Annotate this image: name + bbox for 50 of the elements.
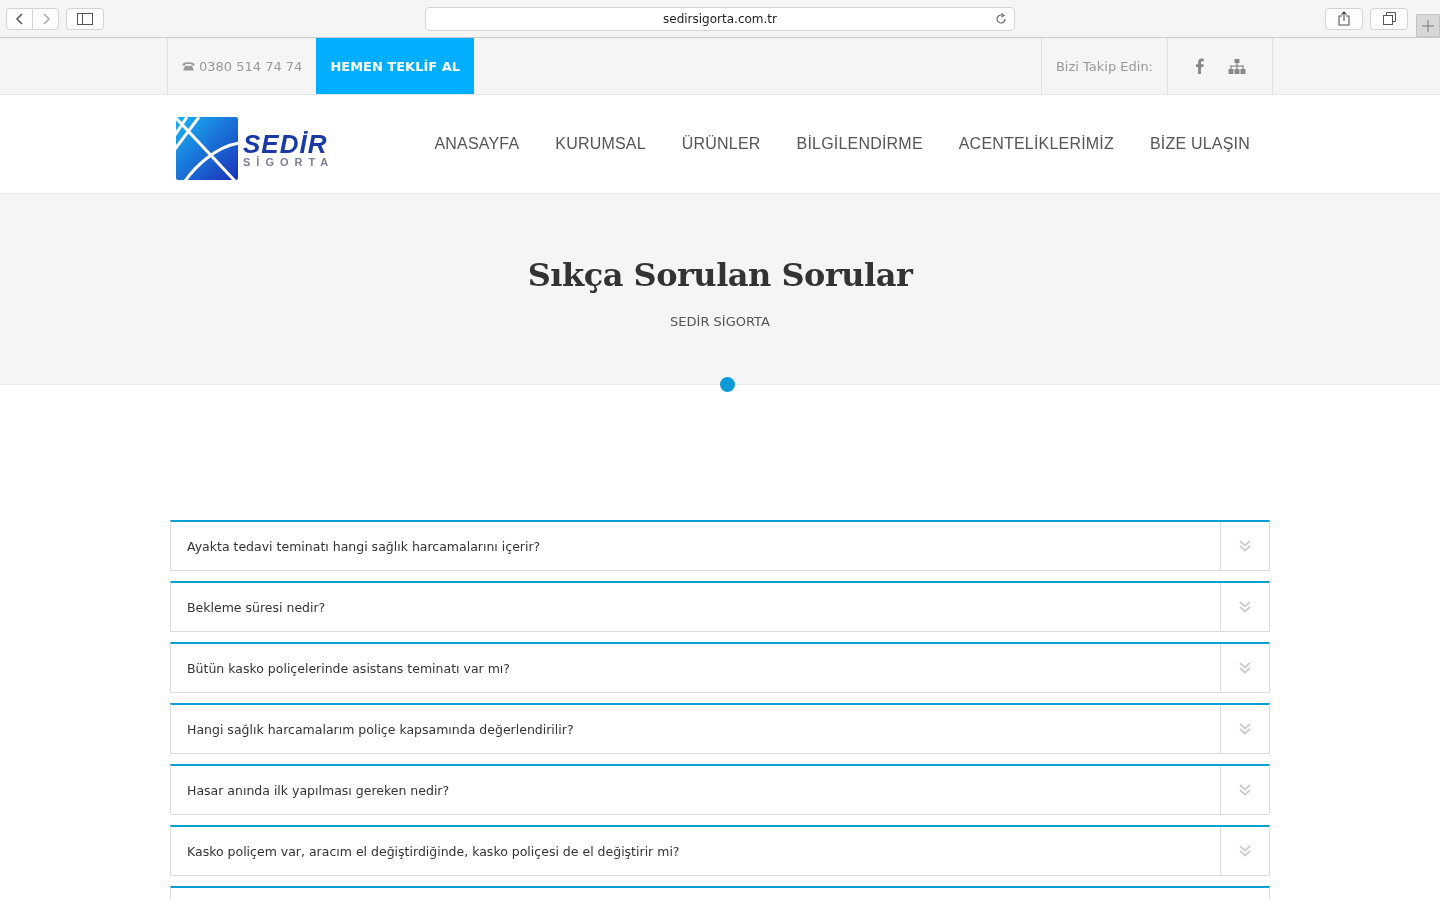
nav-link[interactable]: BİLGİLENDİRME	[796, 135, 923, 153]
faq-item[interactable]: Hasar anında ilk yapılması gereken nedir?	[170, 764, 1270, 815]
logo-name: SEDİR	[243, 130, 329, 157]
faq-question: Kasko poliçem var, aracım el değiştirdiğinde, kasko poliçesi de el değiştirir mi?	[186, 843, 681, 859]
back-icon	[14, 11, 25, 26]
faq-item[interactable]: Hangi sağlık harcamalarım poliçe kapsamında değerlendirilir?	[170, 703, 1270, 754]
back-button[interactable]	[6, 7, 33, 30]
sidebar-icon	[77, 12, 93, 25]
sidebar-button[interactable]	[66, 7, 104, 30]
faq-question: Ayakta tedavi teminatı hangi sağlık harcamalarını içerir?	[186, 538, 542, 554]
phone-icon	[182, 61, 195, 71]
nav-link[interactable]: BİZE ULAŞIN	[1150, 135, 1250, 153]
faq-question: Bekleme süresi nedir?	[186, 599, 327, 615]
page-title: Sıkça Sorulan Sorular	[526, 255, 915, 294]
follow-label: Bizi Takip Edin:	[1055, 58, 1153, 74]
address-bar[interactable]: sedirsigorta.com.tr	[425, 6, 1015, 31]
url-text: sedirsigorta.com.tr	[663, 11, 777, 26]
share-button[interactable]	[1325, 7, 1363, 30]
page-subtitle: SEDİR SİGORTA	[669, 314, 771, 329]
sitemap-icon[interactable]	[1228, 58, 1246, 74]
nav-link[interactable]: KURUMSAL	[555, 135, 646, 153]
new-tab-button[interactable]	[1416, 14, 1440, 37]
plus-icon	[1422, 19, 1434, 32]
faq-question: Hangi sağlık harcamalarım poliçe kapsamında değerlendirilir?	[186, 721, 575, 737]
nav-link[interactable]: ÜRÜNLER	[681, 135, 761, 153]
faq-item[interactable]: Ayakta tedavi teminatı hangi sağlık harcamalarını içerir?	[170, 520, 1270, 571]
faq-question: Hasar anında ilk yapılması gereken nedir?	[186, 782, 451, 798]
nav-link[interactable]: ACENTELİKLERİMİZ	[958, 135, 1114, 153]
share-icon	[1338, 11, 1350, 26]
chevron-down-icon[interactable]	[1239, 845, 1251, 857]
faq-item[interactable]: Bütün kasko poliçelerinde asistans teminatı var mı?	[170, 642, 1270, 693]
logo-tagline: SİGORTA	[243, 156, 335, 168]
chevron-down-icon[interactable]	[1239, 540, 1251, 552]
chevron-down-icon[interactable]	[1239, 601, 1251, 613]
faq-question: Bütün kasko poliçelerinde asistans teminatı var mı?	[186, 660, 511, 676]
logo-icon[interactable]	[175, 117, 239, 181]
faq-item[interactable]: Kasko poliçem var, aracım el değiştirdiğinde, kasko poliçesi de el değiştirir mi?	[170, 825, 1270, 876]
section-dot	[720, 377, 735, 392]
chevron-down-icon[interactable]	[1239, 723, 1251, 735]
tabs-icon	[1382, 12, 1396, 25]
phone-number: 0380 514 74 74	[199, 58, 303, 74]
reload-icon[interactable]	[995, 12, 1007, 25]
nav-link[interactable]: ANASAYFA	[434, 135, 520, 153]
chevron-down-icon[interactable]	[1239, 784, 1251, 796]
chevron-down-icon[interactable]	[1239, 662, 1251, 674]
tabs-button[interactable]	[1370, 7, 1408, 30]
forward-icon	[40, 11, 51, 26]
faq-item[interactable]: Bekleme süresi nedir?	[170, 581, 1270, 632]
facebook-icon[interactable]	[1196, 58, 1204, 74]
forward-button[interactable]	[32, 7, 59, 30]
